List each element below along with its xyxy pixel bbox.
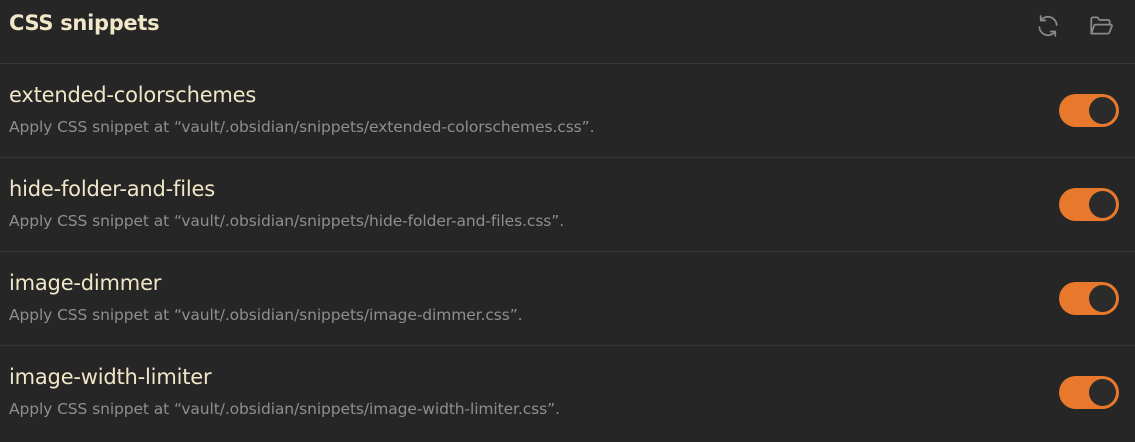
snippet-row: hide-folder-and-files Apply CSS snippet … [0,157,1135,251]
toggle-knob [1089,379,1116,406]
snippet-description: Apply CSS snippet at “vault/.obsidian/sn… [9,118,595,136]
toggle-knob [1089,285,1116,312]
snippet-name: image-dimmer [9,271,162,295]
snippet-name: hide-folder-and-files [9,177,215,201]
snippet-list: extended-colorschemes Apply CSS snippet … [0,63,1135,439]
snippet-toggle[interactable] [1059,188,1119,221]
reload-snippets-button[interactable] [1034,12,1062,40]
toggle-knob [1089,97,1116,124]
snippet-row: image-dimmer Apply CSS snippet at “vault… [0,251,1135,345]
css-snippets-header: CSS snippets [0,0,1135,63]
snippet-toggle[interactable] [1059,376,1119,409]
snippet-name: extended-colorschemes [9,83,257,107]
reload-icon [1038,15,1058,37]
folder-open-icon [1090,16,1113,35]
snippet-row: extended-colorschemes Apply CSS snippet … [0,63,1135,157]
section-title: CSS snippets [9,11,160,35]
snippet-toggle[interactable] [1059,282,1119,315]
snippet-description: Apply CSS snippet at “vault/.obsidian/sn… [9,400,560,418]
snippet-description: Apply CSS snippet at “vault/.obsidian/sn… [9,212,565,230]
toggle-knob [1089,191,1116,218]
snippet-row: image-width-limiter Apply CSS snippet at… [0,345,1135,439]
header-actions [1034,12,1115,40]
snippet-name: image-width-limiter [9,365,212,389]
open-snippets-folder-button[interactable] [1087,12,1115,40]
snippet-toggle[interactable] [1059,94,1119,127]
snippet-description: Apply CSS snippet at “vault/.obsidian/sn… [9,306,523,324]
